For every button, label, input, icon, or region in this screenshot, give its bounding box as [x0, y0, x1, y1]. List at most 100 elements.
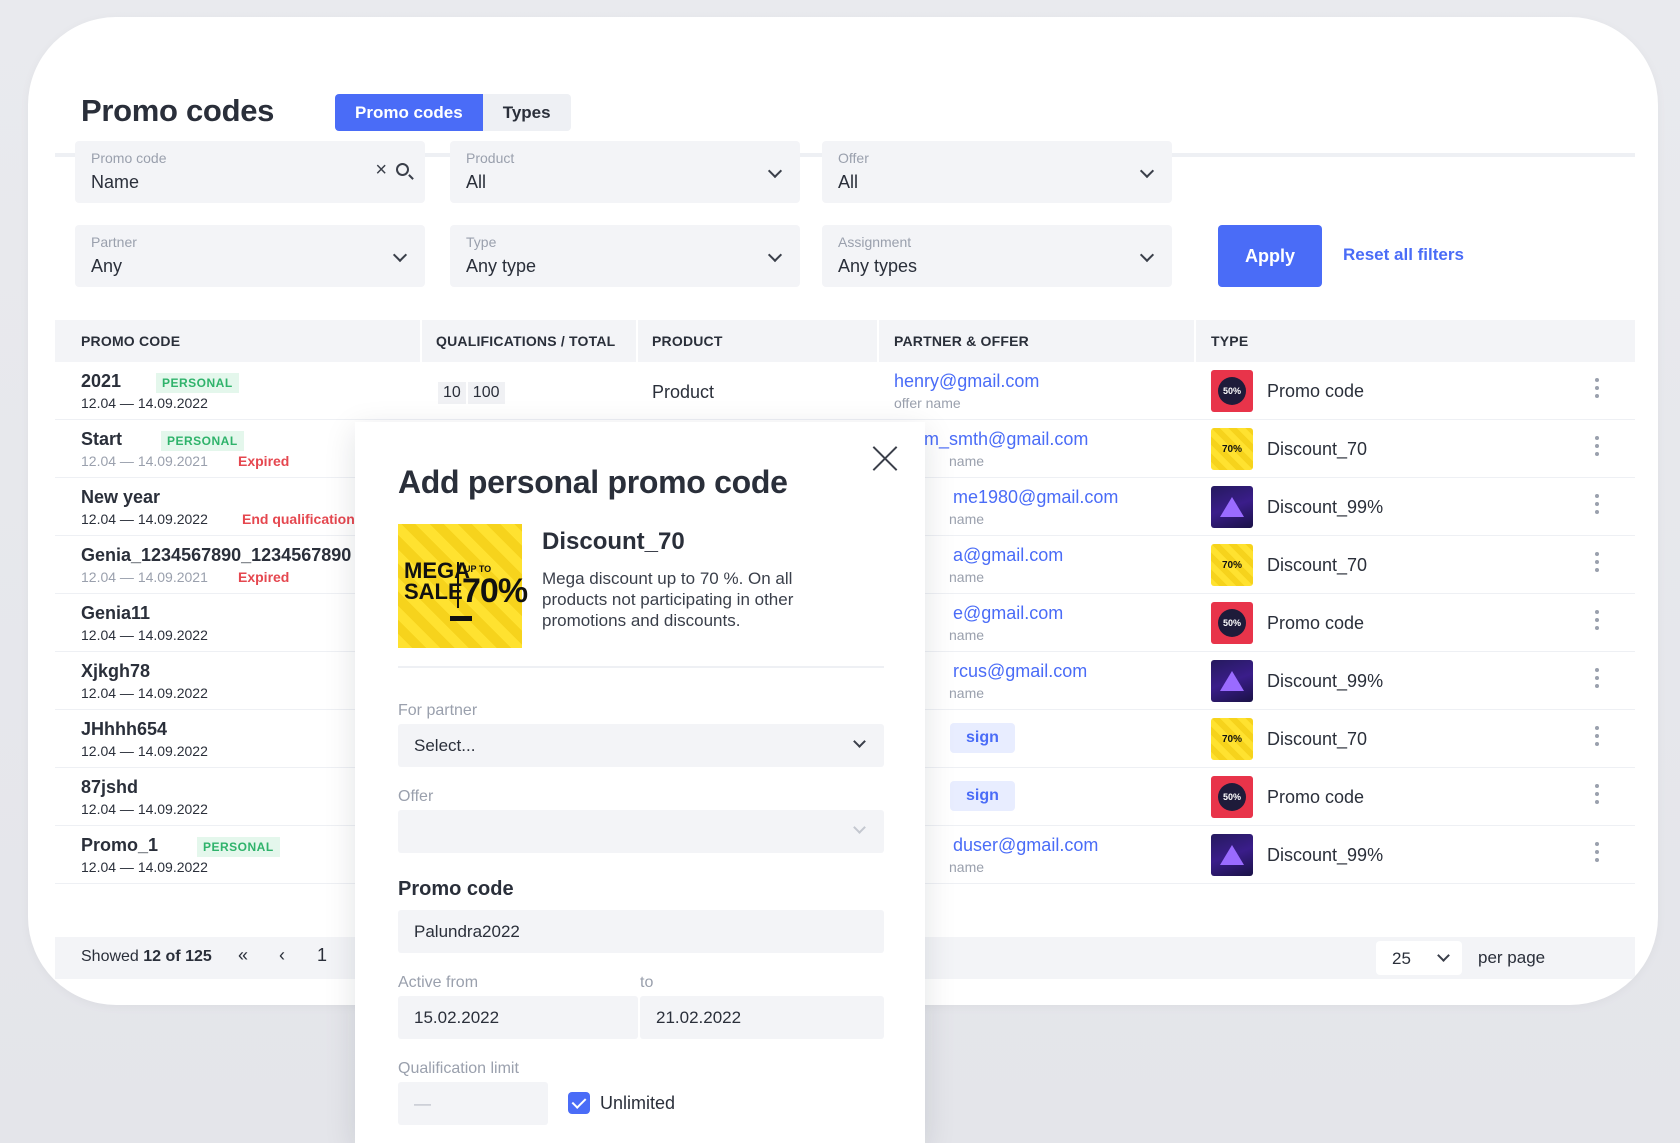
more-options-icon[interactable]: [1595, 436, 1599, 460]
close-icon[interactable]: ×: [375, 159, 387, 182]
active-to-input[interactable]: 21.02.2022: [640, 996, 884, 1039]
search-icon[interactable]: [396, 163, 409, 176]
results-prefix: Showed: [81, 948, 139, 965]
product-name: Product: [652, 382, 715, 402]
first-page-button[interactable]: «: [238, 945, 248, 966]
dialog-title: Add personal promo code: [398, 464, 788, 500]
column-divider: [636, 320, 638, 362]
filter-label: Promo code: [91, 150, 167, 166]
more-options-icon[interactable]: [1595, 726, 1599, 750]
promo-code-input[interactable]: Palundra2022: [398, 910, 884, 953]
mega-sale-image: MEGA SALE UP TO 70%: [398, 524, 528, 648]
table-header: PROMO CODE QUALIFICATIONS / TOTAL PRODUC…: [55, 320, 1635, 362]
column-header: QUALIFICATIONS / TOTAL: [436, 333, 616, 349]
date-range: 12.04 — 14.09.2021: [81, 569, 208, 585]
more-options-icon[interactable]: [1595, 784, 1599, 808]
unlimited-checkbox[interactable]: [568, 1092, 590, 1114]
column-header: PRODUCT: [652, 333, 723, 349]
results-value: 12 of 125: [143, 948, 212, 965]
filter-label: Product: [466, 150, 515, 166]
chevron-down-icon: [853, 821, 866, 834]
chevron-down-icon: [1139, 163, 1155, 179]
promo-code-search-input[interactable]: Name: [91, 172, 139, 193]
offer-name: name: [949, 511, 985, 527]
promo-image: 50%: [1211, 370, 1253, 412]
partner-field-label: For partner: [398, 702, 478, 719]
partner-email[interactable]: me1980@gmail.com: [953, 487, 1118, 508]
promo-code-filter[interactable]: Promo code Name ×: [75, 141, 425, 203]
prev-page-button[interactable]: ‹: [279, 945, 285, 966]
partner-email[interactable]: a@gmail.com: [953, 545, 1063, 566]
partner-select-value: Select...: [414, 736, 476, 755]
more-options-icon[interactable]: [1595, 842, 1599, 866]
more-options-icon[interactable]: [1595, 552, 1599, 576]
promo-code: Genia11: [81, 603, 151, 623]
assign-button[interactable]: sign: [950, 781, 1015, 811]
type-name: Discount_99%: [1267, 671, 1384, 691]
partner-email[interactable]: henry@gmail.com: [894, 371, 1039, 392]
promo-code: 2021: [81, 371, 122, 391]
date-range: 12.04 — 14.09.2021: [81, 453, 208, 469]
personal-badge: PERSONAL: [156, 373, 239, 393]
type-filter[interactable]: Type Any type: [450, 225, 800, 287]
table-row[interactable]: 2021 PERSONAL 12.04 — 14.09.2022 10 100 …: [55, 362, 1635, 420]
more-options-icon[interactable]: [1595, 668, 1599, 692]
personal-badge: PERSONAL: [161, 431, 244, 451]
product-filter[interactable]: Product All: [450, 141, 800, 203]
qualification-limit-label: Qualification limit: [398, 1060, 519, 1077]
more-options-icon[interactable]: [1595, 610, 1599, 634]
assignment-filter[interactable]: Assignment Any types: [822, 225, 1172, 287]
active-from-input[interactable]: 15.02.2022: [398, 996, 638, 1039]
partner-email[interactable]: e@gmail.com: [953, 603, 1063, 624]
tab-types[interactable]: Types: [482, 94, 571, 131]
per-page-value: 25: [1392, 949, 1411, 968]
type-name: Discount_70: [1267, 729, 1368, 749]
image-text-mega: MEGA SALE: [404, 558, 470, 604]
offer-name: offer name: [894, 395, 961, 411]
qualifications: 10 100: [438, 382, 505, 404]
per-page-select[interactable]: 25: [1376, 941, 1462, 975]
partner-email[interactable]: duser@gmail.com: [953, 835, 1098, 856]
reset-filters-link[interactable]: Reset all filters: [1343, 245, 1464, 265]
promo-image: 50%: [1211, 776, 1253, 818]
mega-sale-image: 70%: [1211, 428, 1253, 470]
promo-code: Xjkgh78: [81, 661, 151, 681]
date-range: 12.04 — 14.09.2022: [81, 511, 208, 527]
image-text-percent: 70%: [462, 572, 528, 610]
page-number[interactable]: 1: [317, 945, 327, 966]
unlimited-label: Unlimited: [600, 1093, 676, 1113]
type-name: Promo code: [1267, 381, 1365, 401]
chevron-down-icon: [853, 735, 866, 748]
page-title: Promo codes: [81, 93, 275, 128]
date-range: 12.04 — 14.09.2022: [81, 685, 208, 701]
type-name: Promo code: [1267, 787, 1365, 807]
add-promo-code-dialog: Add personal promo code MEGA SALE UP TO 7…: [355, 422, 925, 1143]
more-options-icon[interactable]: [1595, 494, 1599, 518]
qualification-limit-input[interactable]: —: [398, 1082, 548, 1125]
filter-value: Any: [91, 256, 123, 276]
more-options-icon[interactable]: [1595, 378, 1599, 402]
qualifications-total: 100: [467, 382, 505, 404]
apply-button[interactable]: Apply: [1218, 225, 1322, 287]
column-header: PARTNER & OFFER: [894, 333, 1029, 349]
offer-name: name: [949, 627, 985, 643]
offer-filter[interactable]: Offer All: [822, 141, 1172, 203]
filter-value: All: [838, 172, 859, 192]
filter-value: Any types: [838, 256, 918, 276]
partner-email[interactable]: rcus@gmail.com: [953, 661, 1087, 682]
assign-button[interactable]: sign: [950, 723, 1015, 753]
active-to-label: to: [640, 974, 654, 991]
partner-filter[interactable]: Partner Any: [75, 225, 425, 287]
partner-select[interactable]: Select...: [398, 724, 884, 767]
promo-code: JHhhh654: [81, 719, 168, 739]
promo-code-section-title: Promo code: [398, 878, 514, 900]
offer-select[interactable]: [398, 810, 884, 853]
type-name: Discount_99%: [1267, 497, 1384, 517]
view-tabs: Promo codes Types: [335, 94, 571, 131]
chevron-down-icon: [767, 163, 783, 179]
filter-value: Any type: [466, 256, 537, 276]
tab-promo-codes[interactable]: Promo codes: [335, 94, 483, 131]
close-icon[interactable]: [871, 444, 899, 472]
promo-code: Genia_1234567890_1234567890: [81, 545, 352, 565]
chevron-down-icon: [1139, 247, 1155, 263]
